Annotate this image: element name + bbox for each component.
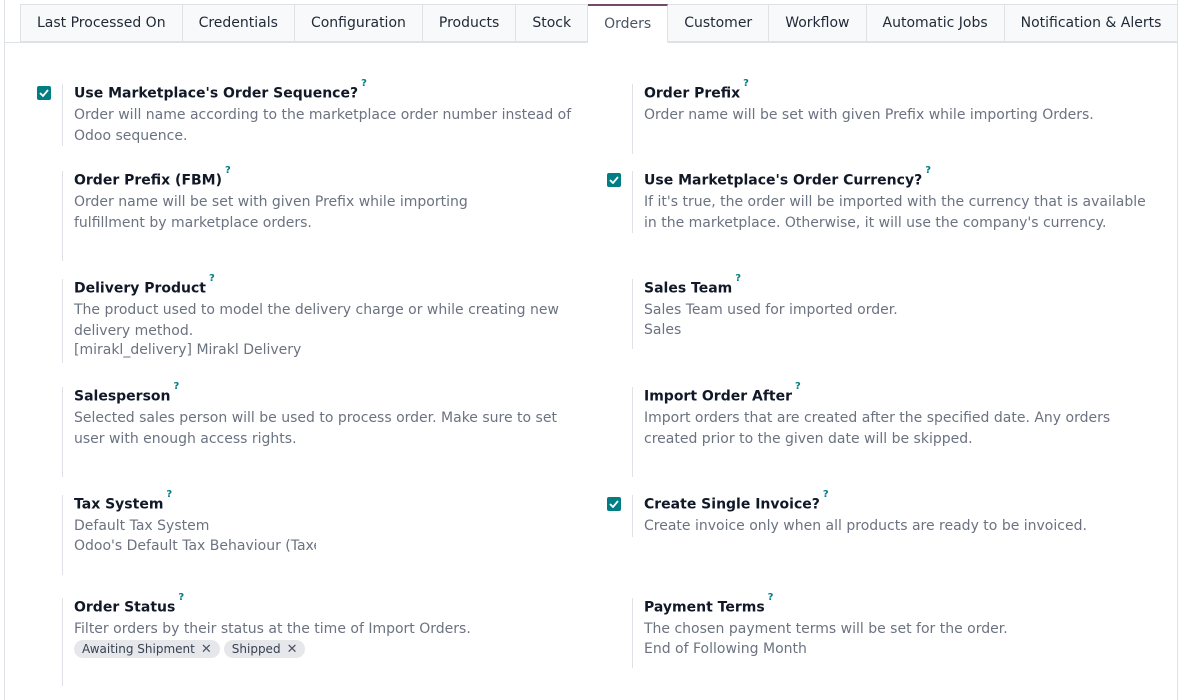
setting-use-marketplace-currency: Use Marketplace's Order Currency?? If it… xyxy=(632,165,1162,233)
remove-tag-icon[interactable]: ✕ xyxy=(287,642,298,657)
setting-divider xyxy=(62,598,63,686)
help-icon[interactable]: ? xyxy=(225,165,231,176)
setting-title: Import Order After? xyxy=(644,381,801,405)
remove-tag-icon[interactable]: ✕ xyxy=(201,642,212,657)
setting-description: The chosen payment terms will be set for… xyxy=(644,621,1008,637)
delivery-product-field[interactable]: [mirakl_delivery] Mirakl Delivery xyxy=(74,342,301,358)
help-icon[interactable]: ? xyxy=(209,273,215,284)
setting-divider xyxy=(62,387,63,477)
setting-description: The product used to model the delivery c… xyxy=(74,302,559,339)
setting-title: Order Prefix (FBM)? xyxy=(74,165,231,189)
setting-order-status: Order Status? Filter orders by their sta… xyxy=(62,592,582,686)
tab-bar: Last Processed On Credentials Configurat… xyxy=(20,4,1179,43)
setting-divider xyxy=(632,279,633,349)
tab-workflow[interactable]: Workflow xyxy=(769,4,867,42)
setting-order-prefix-fbm: Order Prefix (FBM)? Order name will be s… xyxy=(62,165,582,261)
setting-divider xyxy=(632,171,633,233)
setting-title: Salesperson? xyxy=(74,381,180,405)
tab-last-processed-on[interactable]: Last Processed On xyxy=(20,4,183,42)
setting-divider xyxy=(632,598,633,668)
tag-shipped: Shipped ✕ xyxy=(223,640,306,658)
help-icon[interactable]: ? xyxy=(795,381,801,392)
help-icon[interactable]: ? xyxy=(925,165,931,176)
help-icon[interactable]: ? xyxy=(743,78,749,89)
setting-order-prefix: Order Prefix? Order name will be set wit… xyxy=(632,78,1152,154)
order-status-tags[interactable]: Awaiting Shipment ✕ Shipped ✕ xyxy=(74,640,309,658)
setting-divider xyxy=(632,84,633,154)
setting-title: Order Status? xyxy=(74,592,185,616)
setting-divider xyxy=(62,171,63,261)
setting-title: Sales Team? xyxy=(644,273,742,297)
payment-terms-field[interactable]: End of Following Month xyxy=(644,641,807,657)
tag-awaiting-shipment: Awaiting Shipment ✕ xyxy=(74,640,220,658)
create-single-invoice-checkbox[interactable] xyxy=(607,497,621,511)
tab-notification-alerts[interactable]: Notification & Alerts xyxy=(1004,4,1179,42)
tab-automatic-jobs[interactable]: Automatic Jobs xyxy=(866,4,1005,42)
help-icon[interactable]: ? xyxy=(174,381,180,392)
setting-divider xyxy=(632,495,633,537)
tab-credentials[interactable]: Credentials xyxy=(182,4,295,42)
help-icon[interactable]: ? xyxy=(768,592,774,603)
check-icon xyxy=(609,500,619,508)
tab-stock[interactable]: Stock xyxy=(516,4,589,42)
tab-orders[interactable]: Orders xyxy=(588,4,669,43)
setting-description: If it's true, the order will be imported… xyxy=(644,194,1146,231)
setting-divider xyxy=(62,279,63,363)
setting-use-marketplace-sequence: Use Marketplace's Order Sequence?? Order… xyxy=(62,78,582,146)
tax-system-select[interactable]: Odoo's Default Tax Behaviour (Taxes w xyxy=(74,538,316,554)
setting-payment-terms: Payment Terms? The chosen payment terms … xyxy=(632,592,1152,668)
setting-delivery-product: Delivery Product? The product used to mo… xyxy=(62,273,582,363)
help-icon[interactable]: ? xyxy=(361,78,367,89)
setting-import-order-after: Import Order After? Import orders that a… xyxy=(632,381,1152,477)
setting-description: Selected sales person will be used to pr… xyxy=(74,410,557,447)
setting-description: Order name will be set with given Prefix… xyxy=(644,107,1094,123)
help-icon[interactable]: ? xyxy=(823,489,829,500)
tab-products[interactable]: Products xyxy=(422,4,517,42)
sales-team-field[interactable]: Sales xyxy=(644,322,681,338)
setting-title: Tax System? xyxy=(74,489,173,513)
use-marketplace-sequence-checkbox[interactable] xyxy=(37,86,51,100)
setting-description: Filter orders by their status at the tim… xyxy=(74,621,471,637)
setting-title: Use Marketplace's Order Sequence?? xyxy=(74,78,367,102)
setting-description: Order name will be set with given Prefix… xyxy=(74,194,468,231)
setting-sales-team: Sales Team? Sales Team used for imported… xyxy=(632,273,1152,349)
help-icon[interactable]: ? xyxy=(735,273,741,284)
setting-description: Sales Team used for imported order. xyxy=(644,302,898,318)
setting-description: Default Tax System xyxy=(74,518,210,534)
help-icon[interactable]: ? xyxy=(166,489,172,500)
setting-title: Delivery Product? xyxy=(74,273,215,297)
setting-title: Payment Terms? xyxy=(644,592,774,616)
tab-customer[interactable]: Customer xyxy=(668,4,770,42)
tab-configuration[interactable]: Configuration xyxy=(294,4,423,42)
check-icon xyxy=(39,89,49,97)
setting-tax-system: Tax System? Default Tax System Odoo's De… xyxy=(62,489,582,575)
setting-title: Use Marketplace's Order Currency?? xyxy=(644,165,932,189)
setting-divider xyxy=(62,84,63,146)
setting-salesperson: Salesperson? Selected sales person will … xyxy=(62,381,582,477)
setting-description: Order will name according to the marketp… xyxy=(74,107,572,144)
setting-divider xyxy=(632,387,633,477)
use-marketplace-currency-checkbox[interactable] xyxy=(607,173,621,187)
help-icon[interactable]: ? xyxy=(178,592,184,603)
setting-divider xyxy=(62,495,63,575)
setting-description: Import orders that are created after the… xyxy=(644,410,1111,447)
setting-description: Create invoice only when all products ar… xyxy=(644,518,1087,534)
setting-title: Order Prefix? xyxy=(644,78,749,102)
setting-title: Create Single Invoice?? xyxy=(644,489,829,513)
setting-create-single-invoice: Create Single Invoice?? Create invoice o… xyxy=(632,489,1152,537)
check-icon xyxy=(609,176,619,184)
